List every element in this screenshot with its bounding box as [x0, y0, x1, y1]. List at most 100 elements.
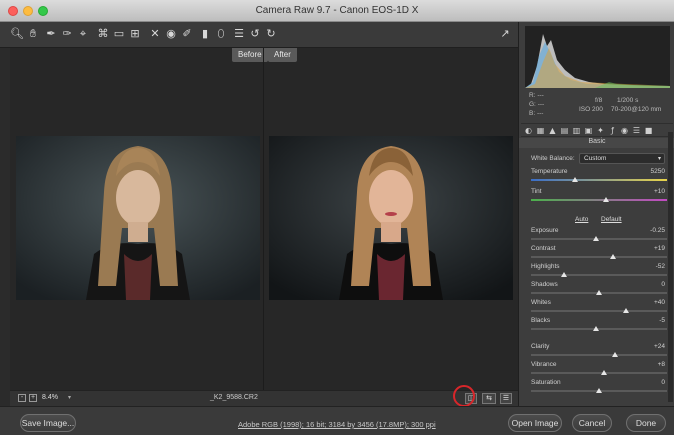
panel-tabs: ◐ ▦ ▲ ▤ ▥ ▣ ✦ ƒ ◉ ☰ ■ [521, 123, 673, 137]
spot-removal-icon[interactable]: ✕ [148, 27, 162, 41]
basic-tab-icon[interactable]: ◐ [524, 126, 533, 135]
histogram [525, 26, 670, 88]
slider-value[interactable]: 0 [661, 379, 665, 386]
auto-button[interactable]: Auto [575, 216, 588, 223]
fullscreen-icon[interactable]: ↗ [498, 27, 512, 41]
zoom-in-icon[interactable]: + [29, 394, 37, 402]
slider-thumb[interactable] [593, 236, 600, 241]
split-toning-tab-icon[interactable]: ▥ [572, 126, 581, 135]
panel-scrollbar[interactable] [668, 132, 673, 402]
hand-icon[interactable]: ✋︎ [26, 27, 40, 41]
camera-calibration-tab-icon[interactable]: ◉ [620, 126, 629, 135]
slider-value[interactable]: +40 [654, 299, 665, 306]
red-eye-icon[interactable]: ◉ [164, 27, 178, 41]
slider-clarity[interactable]: Clarity +24 [531, 343, 667, 360]
open-image-button[interactable]: Open Image [508, 414, 562, 432]
slider-value[interactable]: -52 [656, 263, 665, 270]
white-balance-select[interactable]: Custom ▾ [579, 153, 665, 164]
zoom-level[interactable]: 8.4% [42, 394, 58, 401]
g-value: --- [537, 101, 545, 108]
r-value: --- [537, 92, 544, 99]
slider-value[interactable]: +24 [654, 343, 665, 350]
white-balance-icon[interactable]: ✒ [44, 27, 58, 41]
exif-info: R: --- G: --- B: --- f/8 1/200 s ISO 200… [529, 92, 669, 120]
snapshots-tab-icon[interactable]: ■ [644, 126, 653, 135]
default-button[interactable]: Default [601, 216, 622, 223]
transform-icon[interactable]: ⊞ [128, 27, 142, 41]
slider-thumb[interactable] [560, 272, 567, 277]
after-tab[interactable]: After [268, 48, 297, 62]
slider-thumb[interactable] [623, 308, 630, 313]
hsl-tab-icon[interactable]: ▤ [560, 126, 569, 135]
slider-contrast[interactable]: Contrast +19 [531, 245, 667, 262]
slider-thumb[interactable] [571, 177, 578, 182]
crop-icon[interactable]: ⌘ [96, 27, 110, 41]
slider-value[interactable]: +10 [654, 188, 665, 195]
radial-filter-icon[interactable]: ⬯ [214, 27, 228, 41]
zoom-icon[interactable]: 🔍︎ [10, 27, 24, 41]
slider-shadows[interactable]: Shadows 0 [531, 281, 667, 298]
slider-label: Contrast [531, 245, 556, 252]
slider-value[interactable]: 5250 [651, 168, 665, 175]
slider-track[interactable] [531, 199, 667, 201]
slider-track[interactable] [531, 310, 667, 312]
slider-value[interactable]: +19 [654, 245, 665, 252]
preferences-icon[interactable]: ☰ [232, 27, 246, 41]
detail-tab-icon[interactable]: ▲ [548, 126, 557, 135]
slider-tint[interactable]: Tint +10 [531, 188, 667, 205]
slider-value[interactable]: -5 [659, 317, 665, 324]
cancel-button[interactable]: Cancel [572, 414, 612, 432]
slider-label: Tint [531, 188, 542, 195]
graduated-filter-icon[interactable]: ▮ [198, 27, 212, 41]
g-label: G: [529, 101, 536, 108]
lens-tab-icon[interactable]: ▣ [584, 126, 593, 135]
presets-tab-icon[interactable]: ☰ [632, 126, 641, 135]
slider-thumb[interactable] [593, 326, 600, 331]
slider-track[interactable] [531, 179, 667, 181]
title-bar: Camera Raw 9.7 - Canon EOS-1D X [0, 0, 674, 22]
b-label: B: [529, 110, 536, 117]
slider-thumb[interactable] [602, 197, 609, 202]
effects-tab-icon[interactable]: ✦ [596, 126, 605, 135]
before-image [16, 136, 260, 300]
slider-label: Temperature [531, 168, 568, 175]
slider-exposure[interactable]: Exposure -0.25 [531, 227, 667, 244]
tone-curve-tab-icon[interactable]: ▦ [536, 126, 545, 135]
save-image-button[interactable]: Save Image... [20, 414, 76, 432]
view-settings-icon[interactable]: ☰ [500, 393, 512, 404]
workflow-options-link[interactable]: Adobe RGB (1998); 16 bit; 3184 by 3456 (… [238, 420, 436, 429]
slider-value[interactable]: 0 [661, 281, 665, 288]
slider-thumb[interactable] [612, 352, 619, 357]
zoom-out-icon[interactable]: - [18, 394, 26, 402]
slider-thumb[interactable] [596, 388, 602, 393]
slider-track[interactable] [531, 274, 667, 276]
slider-vibrance[interactable]: Vibrance +8 [531, 361, 667, 378]
filename: _K2_9588.CR2 [210, 394, 258, 401]
slider-value[interactable]: +8 [658, 361, 665, 368]
color-sampler-icon[interactable]: ✑ [60, 27, 74, 41]
slider-thumb[interactable] [601, 370, 608, 375]
slider-label: Whites [531, 299, 551, 306]
adjustment-brush-icon[interactable]: ✐ [180, 27, 194, 41]
swap-before-after-icon[interactable]: ⇆ [482, 393, 496, 404]
aperture: f/8 [595, 97, 603, 104]
fx-tab-icon[interactable]: ƒ [608, 126, 617, 135]
slider-thumb[interactable] [596, 290, 602, 295]
slider-temperature[interactable]: Temperature 5250 [531, 168, 667, 185]
slider-track[interactable] [531, 372, 667, 374]
done-button[interactable]: Done [626, 414, 666, 432]
straighten-icon[interactable]: ▭ [112, 27, 126, 41]
slider-label: Highlights [531, 263, 560, 270]
slider-blacks[interactable]: Blacks -5 [531, 317, 667, 334]
slider-whites[interactable]: Whites +40 [531, 299, 667, 316]
rotate-right-icon[interactable]: ↻ [264, 27, 278, 41]
zoom-dropdown-icon[interactable]: ▾ [68, 394, 71, 401]
slider-track[interactable] [531, 354, 667, 356]
targeted-adjustment-icon[interactable]: ⌖ [76, 27, 90, 41]
slider-value[interactable]: -0.25 [650, 227, 665, 234]
rotate-left-icon[interactable]: ↺ [248, 27, 262, 41]
slider-thumb[interactable] [609, 254, 616, 259]
slider-track[interactable] [531, 256, 667, 258]
slider-saturation[interactable]: Saturation 0 [531, 379, 667, 396]
slider-highlights[interactable]: Highlights -52 [531, 263, 667, 280]
